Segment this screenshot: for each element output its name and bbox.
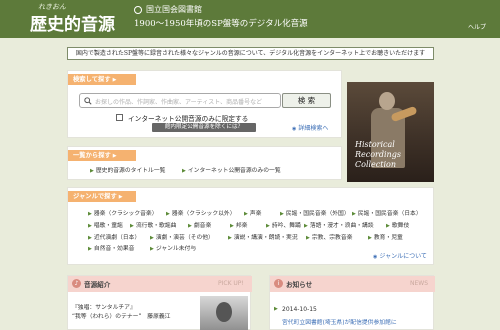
genre-item[interactable]: ▶ 民謡・国民音楽（日本） [352,208,422,217]
genre-item[interactable]: ▶ 民謡・国民音楽（外国） [280,208,350,217]
genre-section-label: ジャンルで探す ▶ [68,191,136,202]
featured-audio-header: ♪ 音源紹介 PICK UP! [68,276,252,292]
genre-item[interactable]: ▶ 詩吟、舞踊 [266,220,301,229]
search-placeholder: お探しの作品、作詞家、作曲家、アーティスト、商品番号など [95,99,263,106]
list-item-titles[interactable]: ▶ 歴史的音源のタイトル一覧 [90,165,165,174]
arrow-circle-icon: ◉ [373,254,378,260]
search-button[interactable]: 検 索 [282,93,331,108]
list-panel: 一覧から探す ▶ ▶ 歴史的音源のタイトル一覧 ▶ インターネット公開音源のみの一覧 [67,146,342,180]
music-note-icon: ♪ [72,279,81,288]
site-header: れきおん 歴史的音源 国立国会図書館 1900～1950年頃のSP盤等のデジタル… [0,0,500,38]
arrow-circle-icon: ◉ [292,126,297,132]
news-item-link[interactable]: 宮代町立図書館(埼玉県)が配信提供参加館に [282,317,397,326]
news-header: i お知らせ NEWS [270,276,435,292]
intro-banner: 国内で製造されたSP盤等に録音された様々なジャンルの音源について、デジタル化音源… [67,47,434,60]
advanced-search-label: 詳細検索へ [298,125,329,132]
advanced-search-link[interactable]: ◉ 詳細検索へ [292,123,328,132]
genre-about-link[interactable]: ◉ ジャンルについて [373,251,427,260]
genre-item[interactable]: ▶ 流行歌・歌謡曲 [130,220,176,229]
pickup-tag: PICK UP! [218,280,244,287]
news-tag: NEWS [410,280,429,287]
genre-item[interactable]: ▶ 演劇・演芸（その他） [150,232,214,241]
site-subtitle: 1900～1950年頃のSP盤等のデジタル化音源 [134,19,308,29]
bullet-icon: ▶ [182,168,186,174]
help-link[interactable]: ヘルプ [468,22,486,31]
limited-access-button[interactable]: 館内限定公開音源を除くには？ [152,123,256,132]
search-section-label: 検索して探す ▶ [68,74,136,85]
featured-photo[interactable]: Historical Recordings Collection [347,82,434,182]
news-panel: i お知らせ NEWS ▶ 2014-10-15 宮代町立図書館(埼玉県)が配信… [269,275,435,330]
genre-item[interactable]: ▶ 近代演劇（日本） [88,232,140,241]
logo-text: 歴史的音源 [30,15,115,35]
featured-audio-panel: ♪ 音源紹介 PICK UP! 『独唱：サンタルチア』 “我等（われら）のテナー… [67,275,252,330]
thumbnail-portrait [216,302,232,322]
org-name: 国立国会図書館 [146,5,202,14]
bullet-icon: ▶ [90,168,94,174]
genre-item[interactable]: ▶ 器楽（クラシック音楽） [88,208,158,217]
search-input[interactable]: お探しの作品、作詞家、作曲家、アーティスト、商品番号など [79,93,281,108]
genre-item[interactable]: ▶ 宗教、宗教音楽 [306,232,352,241]
internet-only-checkbox[interactable] [116,114,123,121]
genre-item[interactable]: ▶ 歌舞伎 [386,220,409,229]
ndl-logo-icon [134,6,142,14]
genre-item[interactable]: ▶ 唱歌・童謡 [88,220,123,229]
list-section-label: 一覧から探す ▶ [68,150,136,161]
genre-item[interactable]: ▶ 邦楽 [230,220,247,229]
list-item-internet[interactable]: ▶ インターネット公開音源のみの一覧 [182,165,281,174]
genre-item[interactable]: ▶ 器楽（クラシック以外） [166,208,236,217]
genre-item[interactable]: ▶ 演説・講演・朗読・実況 [228,232,298,241]
photo-figure-head [379,92,395,110]
featured-audio-line2: “我等（われら）のテナー” 藤原義江 [72,314,171,320]
search-panel: 検索して探す ▶ お探しの作品、作詞家、作曲家、アーティスト、商品番号など 検 索… [67,70,342,138]
featured-audio-text[interactable]: 『独唱：サンタルチア』 “我等（われら）のテナー” 藤原義江 [72,304,170,322]
featured-audio-title: 音源紹介 [84,281,111,289]
featured-audio-line1: 『独唱：サンタルチア』 [72,305,136,311]
genre-item[interactable]: ▶ 劇音楽 [188,220,211,229]
bullet-icon: ▶ [274,306,278,312]
news-title: お知らせ [286,281,313,289]
search-icon [84,97,92,105]
info-icon: i [274,279,283,288]
genre-item[interactable]: ▶ ジャンル未付与 [150,243,196,252]
genre-item[interactable]: ▶ 声楽 [244,208,261,217]
featured-audio-thumbnail[interactable] [200,296,248,330]
genre-item[interactable]: ▶ 教育・児童 [368,232,403,241]
genre-item[interactable]: ▶ 落語・漫才・浪曲・講談 [304,220,374,229]
genre-panel: ジャンルで探す ▶ ▶ 器楽（クラシック音楽） ▶ 器楽（クラシック以外） ▶ 声楽 ▶… [67,187,434,265]
news-date: 2014-10-15 [282,306,317,313]
site-logo[interactable]: れきおん 歴史的音源 [0,0,134,38]
internet-only-label: インターネット公開音源のみに限定する [128,115,249,123]
photo-caption: Historical Recordings Collection [355,140,401,169]
genre-item[interactable]: ▶ 自然音・効果音 [88,243,134,252]
